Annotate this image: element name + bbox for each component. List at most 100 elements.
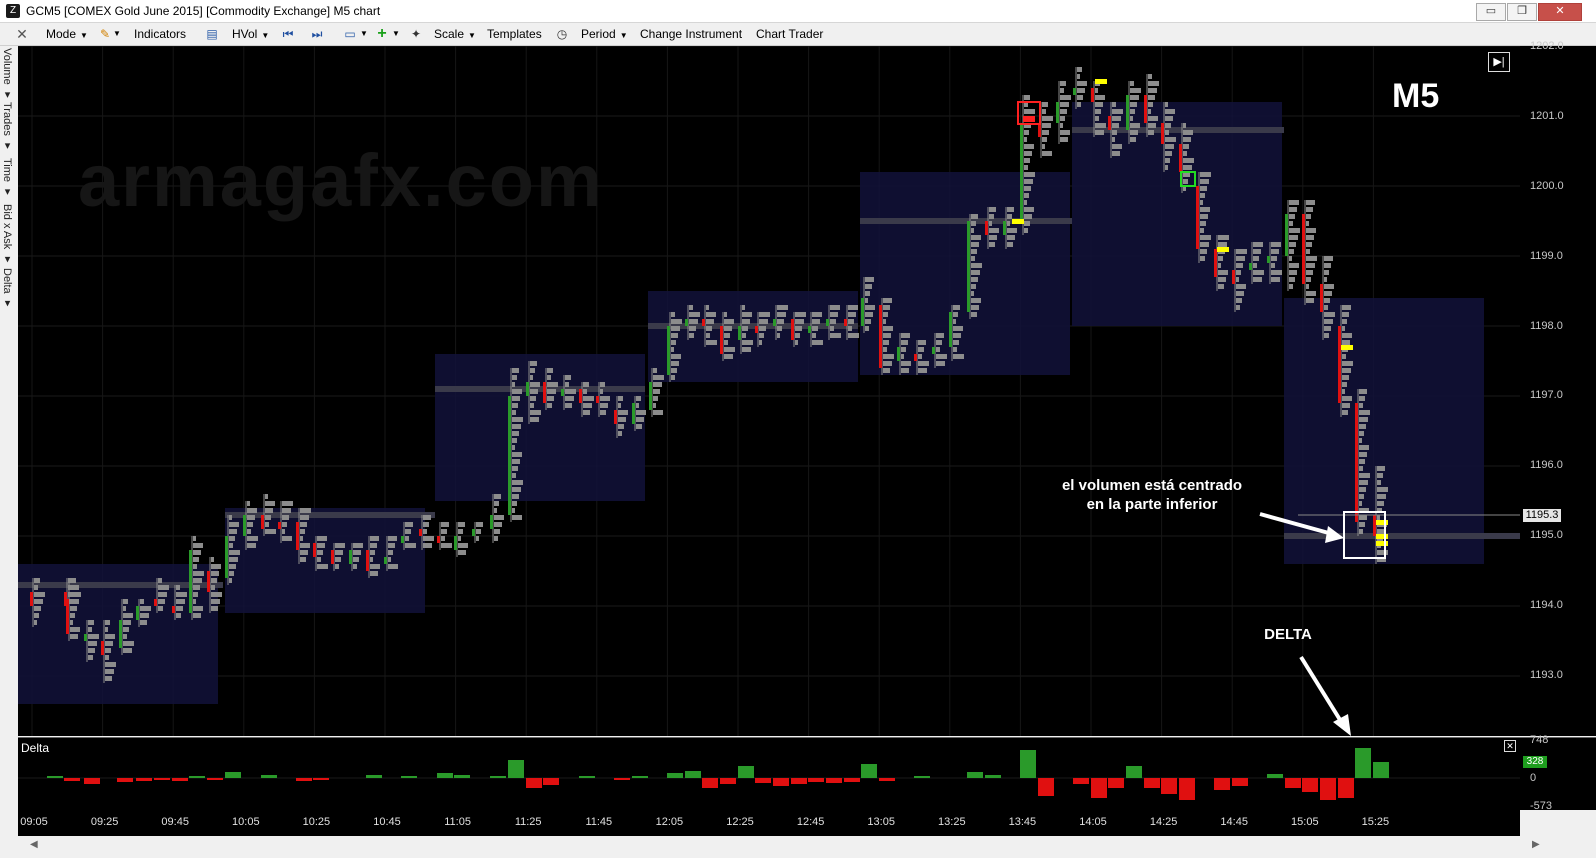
- pencil-draw-icon[interactable]: ✎: [97, 26, 113, 42]
- draw-dropdown-icon[interactable]: ▼: [113, 26, 121, 42]
- horizontal-scrollbar[interactable]: ◀ ▶: [18, 836, 1596, 858]
- crosshair-tool-icon[interactable]: ✕: [14, 26, 30, 42]
- footprint-cell: [759, 326, 766, 331]
- time-axis[interactable]: 09:05 09:25 09:45 10:05 10:25 10:45 11:05 11:25…: [18, 810, 1520, 836]
- footprint-cell: [1077, 102, 1081, 107]
- candle-body: [985, 221, 988, 235]
- price-chart[interactable]: armagafx.com M5 ▶| el volumen está centr…: [18, 46, 1520, 736]
- footprint-cell: [671, 333, 678, 338]
- chart-trader-button[interactable]: Chart Trader: [756, 26, 823, 42]
- footprint-cell: [512, 487, 521, 492]
- footprint-cell: [1306, 214, 1311, 219]
- footprint-cell: [423, 529, 427, 534]
- footprint-cell: [865, 284, 872, 289]
- delta-panel[interactable]: Delta ✕: [18, 737, 1520, 810]
- chart-toolbar: ✕ Mode ▼ ✎ ▼ Indicators ▤ HVol ▼ ⏮ ⏭ ▭ ▼ +…: [0, 23, 1596, 46]
- footprint-cell: [1377, 529, 1385, 534]
- pin-icon[interactable]: ✦: [408, 26, 424, 42]
- price-axis[interactable]: 1202.0 1201.0 1200.0 1199.0 1198.0 1197.…: [1520, 40, 1596, 736]
- scroll-to-end-icon[interactable]: ▶|: [1488, 52, 1510, 72]
- footprint-cell: [70, 585, 74, 590]
- tab-time[interactable]: Time ▾: [1, 158, 14, 198]
- footprint-cell: [70, 599, 79, 604]
- footprint-cell: [1289, 249, 1294, 254]
- footprint-cell: [1024, 186, 1031, 191]
- footprint-cell: [759, 340, 762, 345]
- tab-volume[interactable]: Volume ▾: [1, 48, 14, 101]
- candle-body: [561, 389, 564, 396]
- footprint-cell: [1236, 284, 1246, 289]
- footprint-cell: [530, 382, 540, 387]
- period-menu[interactable]: Period ▼: [581, 26, 628, 42]
- candle-body: [702, 319, 705, 326]
- candle-body: [1285, 214, 1288, 256]
- chart-window-icon[interactable]: ▭: [342, 26, 358, 42]
- candle-body: [119, 620, 122, 648]
- chart-window-dropdown-icon[interactable]: ▼: [360, 26, 368, 42]
- footprint-cell: [1377, 494, 1386, 499]
- delta-bar: [313, 778, 329, 780]
- candle-body: [1038, 123, 1041, 137]
- footprint-cell: [1095, 95, 1105, 100]
- candle-body: [296, 522, 299, 550]
- add-dropdown-icon[interactable]: ▼: [392, 26, 400, 42]
- close-button[interactable]: ✕: [1538, 3, 1582, 21]
- minimize-button[interactable]: ▭: [1476, 3, 1506, 21]
- footprint-cell: [1306, 256, 1317, 261]
- footprint-cell: [193, 606, 203, 611]
- footprint-cell: [70, 606, 77, 611]
- footprint-cell: [282, 536, 292, 541]
- footprint-cell: [370, 550, 375, 555]
- footprint-cell: [105, 676, 112, 681]
- fast-forward-icon[interactable]: ⏭: [309, 26, 325, 42]
- footprint-cell: [494, 508, 497, 513]
- footprint-cell: [989, 235, 997, 240]
- footprint-cell: [653, 410, 663, 415]
- footprint-cell: [512, 466, 518, 471]
- tab-delta[interactable]: Delta ▾: [1, 268, 14, 310]
- delta-axis-label: -573: [1530, 800, 1553, 812]
- delta-bar: [543, 778, 559, 785]
- candle-body: [1020, 123, 1023, 221]
- footprint-cell: [1271, 256, 1277, 261]
- scale-menu[interactable]: Scale ▼: [434, 26, 476, 42]
- delta-bar: [47, 776, 63, 778]
- footprint-cell: [1183, 123, 1186, 128]
- bars-style-icon[interactable]: ▤: [204, 26, 220, 42]
- change-instrument-button[interactable]: Change Instrument: [640, 26, 742, 42]
- tab-trades[interactable]: Trades ▾: [1, 102, 14, 152]
- indicators-button[interactable]: Indicators: [134, 26, 186, 42]
- footprint-cell: [600, 403, 608, 408]
- footprint-cell: [865, 326, 869, 331]
- tab-bid-ask[interactable]: Bid x Ask ▾: [1, 204, 14, 265]
- footprint-cell: [1377, 473, 1383, 478]
- rewind-icon[interactable]: ⏮: [280, 26, 296, 42]
- footprint-cell: [512, 459, 520, 464]
- footprint-cell: [1289, 200, 1299, 205]
- scroll-right-icon[interactable]: ▶: [1532, 839, 1540, 850]
- candle-body: [543, 382, 546, 403]
- footprint-cell: [1236, 291, 1244, 296]
- footprint-cell: [423, 515, 431, 520]
- mode-menu[interactable]: Mode ▼: [46, 26, 88, 42]
- delta-bar: [401, 776, 417, 778]
- close-panel-icon[interactable]: ✕: [1504, 740, 1516, 752]
- delta-arrow-line: [1299, 655, 1344, 725]
- footprint-cell: [317, 564, 328, 569]
- maximize-button[interactable]: ❐: [1507, 3, 1537, 21]
- footprint-cell: [282, 515, 289, 520]
- footprint-cell: [335, 550, 343, 555]
- hvol-menu[interactable]: HVol ▼: [232, 26, 269, 42]
- footprint-cell: [1218, 277, 1226, 282]
- scroll-left-icon[interactable]: ◀: [30, 839, 38, 850]
- footprint-cell: [265, 529, 276, 534]
- footprint-cell: [1165, 165, 1168, 170]
- add-icon[interactable]: +: [374, 26, 390, 42]
- footprint-cell: [1148, 102, 1153, 107]
- templates-button[interactable]: Templates: [487, 26, 542, 42]
- footprint-cell: [971, 277, 978, 282]
- candle-body: [101, 641, 104, 655]
- footprint-cell: [865, 319, 871, 324]
- footprint-cell: [1024, 130, 1029, 135]
- delta-bar: [861, 764, 877, 778]
